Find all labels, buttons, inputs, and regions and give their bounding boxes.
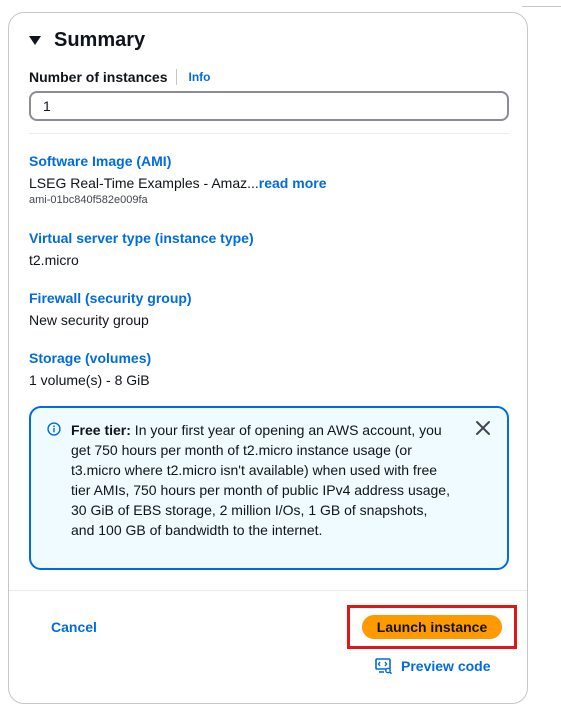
read-more-link[interactable]: read more [259, 175, 327, 191]
storage-value: 1 volume(s) - 8 GiB [29, 372, 150, 388]
free-tier-title: Free tier: [71, 422, 131, 438]
summary-title: Summary [54, 29, 146, 51]
ami-link[interactable]: Software Image (AMI) [29, 152, 171, 170]
top-divider [522, 6, 561, 7]
ami-id: ami-01bc840f582e009fa [29, 194, 148, 206]
firewall-section: Firewall (security group) New security g… [29, 289, 509, 330]
free-tier-alert: Free tier: In your first year of opening… [29, 406, 509, 570]
launch-highlight-box: Launch instance [347, 605, 517, 649]
storage-link[interactable]: Storage (volumes) [29, 349, 151, 367]
ami-value: LSEG Real-Time Examples - Amaz...read mo… [29, 173, 509, 193]
close-icon[interactable] [473, 418, 493, 438]
ami-section: Software Image (AMI) LSEG Real-Time Exam… [29, 152, 509, 207]
instance-type-link[interactable]: Virtual server type (instance type) [29, 229, 254, 247]
launch-instance-button[interactable]: Launch instance [362, 615, 502, 639]
caret-down-icon [29, 36, 41, 45]
instance-type-value: t2.micro [29, 252, 79, 268]
free-tier-body: In your first year of opening an AWS acc… [71, 422, 450, 538]
instance-type-section: Virtual server type (instance type) t2.m… [29, 229, 509, 270]
instances-label-row: Number of instances Info [29, 69, 210, 85]
instances-label: Number of instances [29, 69, 168, 85]
storage-section: Storage (volumes) 1 volume(s) - 8 GiB [29, 349, 509, 390]
number-of-instances-input[interactable] [29, 91, 509, 121]
code-preview-icon [375, 658, 393, 674]
preview-code-button[interactable]: Preview code [375, 658, 491, 674]
preview-code-label: Preview code [401, 658, 491, 674]
firewall-value: New security group [29, 312, 149, 328]
label-separator [176, 69, 178, 85]
summary-panel: Summary Number of instances Info Softwar… [8, 12, 528, 704]
free-tier-text: Free tier: In your first year of opening… [71, 420, 451, 540]
info-circle-icon [47, 422, 61, 436]
ami-name: LSEG Real-Time Examples - Amaz... [29, 175, 259, 191]
cancel-button[interactable]: Cancel [51, 619, 97, 635]
firewall-link[interactable]: Firewall (security group) [29, 289, 192, 307]
footer-divider [9, 590, 527, 591]
divider [29, 133, 509, 134]
info-link[interactable]: Info [188, 70, 210, 84]
summary-toggle[interactable]: Summary [29, 29, 145, 52]
